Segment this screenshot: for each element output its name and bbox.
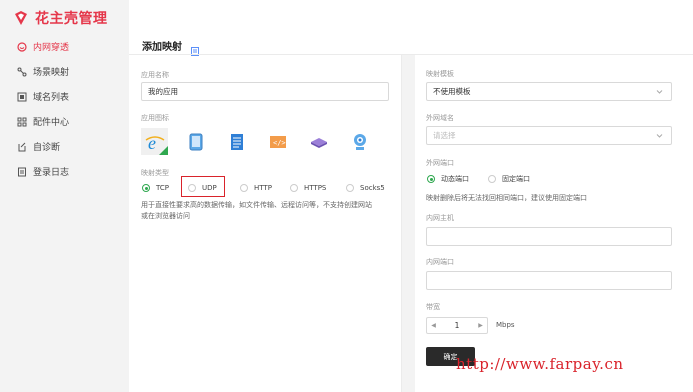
template-select[interactable]: 不使用模板 [426,82,672,101]
domain-select-placeholder: 请选择 [433,131,456,140]
chevron-down-icon [656,88,663,95]
radio-https[interactable]: HTTPS [290,184,326,192]
sidebar-item-intranet[interactable]: 内网穿透 [0,34,129,59]
document-icon[interactable] [191,41,199,56]
sidebar-item-accessories[interactable]: 配件中心 [0,109,129,134]
page-header: 添加映射 [142,38,199,56]
mapping-type-description: 用于直接性要求高的数据传输，如文件传输、远程访问等，不支持创建网站 或在浏览器访… [141,200,391,221]
svg-text:e: e [148,133,156,152]
mapping-type-label: 映射类型 [141,169,169,177]
inner-port-input[interactable] [426,271,672,290]
app-name-input[interactable]: 我的应用 [141,82,389,101]
sidebar-item-label: 场景映射 [33,68,70,78]
brand-name: 花主壳管理 [35,11,108,27]
mapping-settings-panel: 映射模板 不使用模板 外网域名 请选择 外网端口 动态端口 固定端口 映射删除后… [415,55,693,392]
host-input[interactable] [426,227,672,246]
radio-indicator [142,184,150,192]
app-icon-options: e </> [141,128,387,155]
radio-label: HTTPS [304,184,327,192]
domain-label: 外网域名 [426,114,454,122]
sidebar-item-label: 自诊断 [33,143,61,153]
basic-info-panel: 应用名称 我的应用 应用图标 e </> 映射类型 TCP UDP HTTP H… [129,55,402,392]
decrement-button[interactable]: ◀ [427,318,440,333]
inner-port-label: 内网端口 [426,258,454,266]
radio-fixed-port[interactable]: 固定端口 [488,174,530,184]
sidebar-item-label: 域名列表 [33,93,70,103]
sidebar: 花主壳管理 内网穿透 场景映射 域名列表 配件中心 自诊断 登录日志 [0,0,129,392]
radio-label: 动态端口 [441,175,469,183]
diagnose-icon [17,142,27,152]
port-note: 映射删除后将无法找回相同端口，建议使用固定端口 [426,194,587,202]
sidebar-item-diagnose[interactable]: 自诊断 [0,134,129,159]
sidebar-item-scene[interactable]: 场景映射 [0,59,129,84]
sidebar-item-label: 配件中心 [33,118,70,128]
watermark-text: http://www.farpay.cn [456,355,624,373]
radio-http[interactable]: HTTP [240,184,272,192]
bandwidth-value[interactable]: 1 [440,321,474,330]
template-label: 映射模板 [426,70,454,78]
description-line: 用于直接性要求高的数据传输，如文件传输、远程访问等，不支持创建网站 [141,201,372,209]
brand-logo-icon [13,10,29,26]
bandwidth-label: 带宽 [426,303,440,311]
radio-socks5[interactable]: Socks5 [346,184,385,192]
webcam-app-icon[interactable] [346,128,373,155]
svg-text:</>: </> [273,139,286,147]
bandwidth-stepper: ◀ 1 ▶ [426,317,488,334]
template-select-value: 不使用模板 [433,87,471,96]
sidebar-item-domains[interactable]: 域名列表 [0,84,129,109]
radio-label: Socks5 [360,184,385,192]
tablet-app-icon[interactable] [182,128,209,155]
host-label: 内网主机 [426,214,454,222]
domain-select[interactable]: 请选择 [426,126,672,145]
smile-circle-icon [17,41,27,52]
sidebar-item-login-log[interactable]: 登录日志 [0,159,129,184]
page-title: 添加映射 [142,42,182,53]
radio-dynamic-port[interactable]: 动态端口 [427,174,469,184]
radio-indicator [240,184,248,192]
sidebar-nav: 内网穿透 场景映射 域名列表 配件中心 自诊断 登录日志 [0,34,129,184]
list-box-icon [17,92,27,102]
chevron-down-icon [656,132,663,139]
bandwidth-unit: Mbps [496,321,515,329]
radio-label: HTTP [254,184,272,192]
log-icon [17,167,27,177]
radio-indicator [488,175,496,183]
panel-gap [402,55,415,392]
sidebar-item-label: 内网穿透 [33,43,70,53]
description-line: 或在浏览器访问 [141,211,190,220]
main-content: 添加映射 应用名称 我的应用 应用图标 e </> 映射类型 TCP UDP H… [129,0,693,392]
sidebar-item-label: 登录日志 [33,168,70,178]
nodes-icon [17,67,27,77]
radio-label: 固定端口 [502,175,530,183]
udp-highlight-box [181,176,225,197]
document-app-icon[interactable] [223,128,250,155]
grid-icon [17,117,27,127]
router-app-icon[interactable] [305,128,332,155]
selected-check-icon [159,146,168,155]
ie-app-icon[interactable]: e [141,128,168,155]
radio-tcp[interactable]: TCP [142,184,169,192]
radio-indicator [427,175,435,183]
increment-button[interactable]: ▶ [474,318,487,333]
radio-indicator [290,184,298,192]
brand-logo[interactable]: 花主壳管理 [13,8,108,28]
radio-indicator [346,184,354,192]
code-app-icon[interactable]: </> [264,128,291,155]
port-label: 外网端口 [426,159,454,167]
app-name-label: 应用名称 [141,71,169,79]
app-icon-label: 应用图标 [141,114,169,122]
radio-label: TCP [156,184,169,192]
